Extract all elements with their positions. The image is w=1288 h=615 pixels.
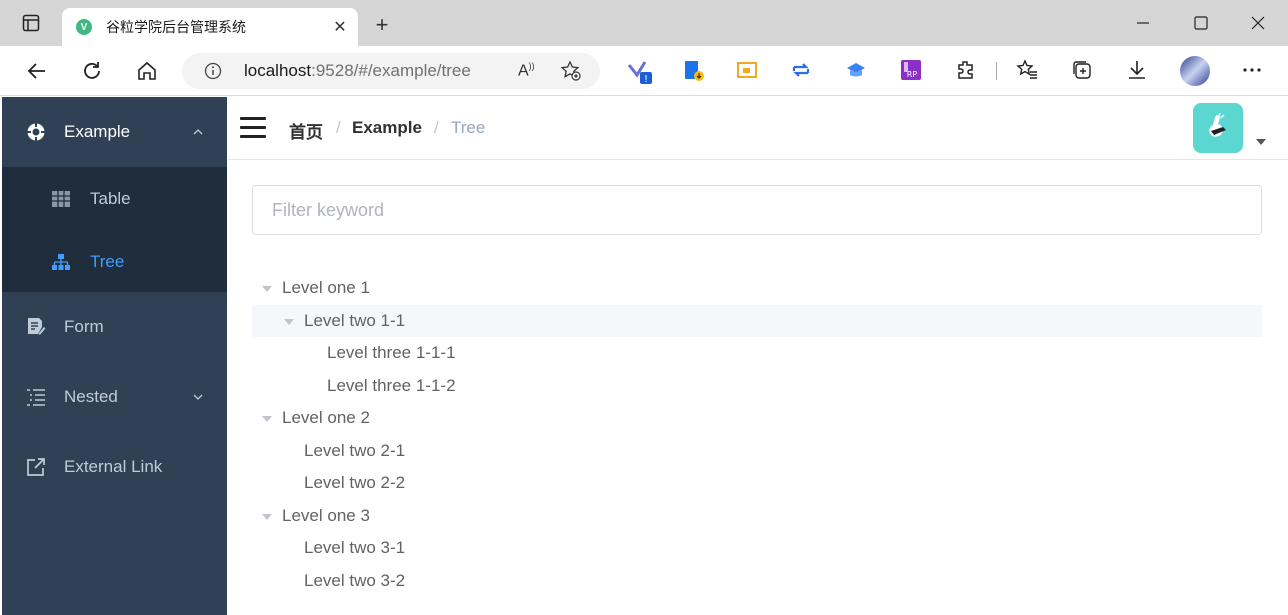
external-link-icon: [26, 457, 46, 477]
tree-node[interactable]: Level two 3-2: [252, 565, 1262, 597]
sidebar-item-label: External Link: [64, 457, 163, 476]
extension-2-icon[interactable]: [682, 59, 706, 83]
breadcrumb-separator: /: [434, 118, 439, 137]
browser-tab-strip: V 谷粒学院后台管理系统 ✕ +: [0, 0, 1288, 46]
expand-caret-icon[interactable]: [262, 416, 272, 422]
sidebar-item-label: Form: [64, 317, 104, 336]
extensions-icon[interactable]: [955, 59, 979, 83]
tree-node[interactable]: Level one 1: [252, 272, 1262, 304]
expand-caret-icon[interactable]: [262, 513, 272, 520]
address-bar[interactable]: localhost:9528/#/example/tree A)): [182, 53, 600, 89]
profile-avatar[interactable]: [1180, 56, 1210, 86]
downloads-icon[interactable]: [1126, 59, 1150, 83]
tree-node-label: Level two 2-2: [304, 473, 406, 492]
sidebar: Example Table Tree Form Nested External …: [2, 97, 227, 615]
read-aloud-icon[interactable]: A)): [518, 61, 535, 80]
breadcrumb-example[interactable]: Example: [352, 118, 422, 138]
browser-tab-active[interactable]: V 谷粒学院后台管理系统 ✕: [62, 8, 358, 46]
extension-6-icon[interactable]: RP: [900, 59, 924, 83]
window-close-icon[interactable]: [1243, 10, 1273, 36]
expand-caret-icon[interactable]: [284, 318, 294, 325]
tree-node-label: Level two 2-1: [304, 440, 406, 460]
tree-node[interactable]: Level two 3-1: [252, 532, 1262, 564]
maximize-icon[interactable]: [1186, 10, 1216, 36]
table-icon: [51, 189, 71, 209]
reload-icon[interactable]: [78, 57, 106, 85]
sidebar-item-label: Nested: [64, 387, 118, 406]
sidebar-item-label: Table: [90, 189, 131, 208]
expand-caret-icon[interactable]: [262, 286, 272, 292]
chevron-up-icon: [193, 129, 203, 135]
add-favorite-icon[interactable]: [560, 60, 582, 87]
extension-4-icon[interactable]: [790, 59, 814, 83]
tree-icon: [51, 252, 71, 272]
tree-node-label: Level three 1-1-1: [327, 343, 456, 362]
back-icon[interactable]: [23, 57, 51, 85]
tree-node-label: Level two 3-1: [304, 538, 406, 557]
tab-actions-icon[interactable]: [18, 10, 44, 36]
more-menu-icon[interactable]: [1241, 59, 1265, 83]
tree-node[interactable]: Level two 2-2: [252, 467, 1262, 499]
minimize-icon[interactable]: [1128, 10, 1158, 36]
sidebar-item-label: Example: [64, 122, 131, 141]
extension-3-icon[interactable]: [736, 59, 760, 83]
tree-node[interactable]: Level two 2-1: [252, 435, 1262, 467]
home-icon[interactable]: [133, 57, 161, 85]
tree-node[interactable]: Level one 3: [252, 500, 1262, 532]
tree-node[interactable]: Level three 1-1-2: [252, 370, 1262, 402]
caret-down-icon[interactable]: [1256, 139, 1266, 145]
nested-icon: [26, 387, 46, 407]
chevron-down-icon: [193, 394, 203, 400]
browser-toolbar: localhost:9528/#/example/tree A)) ! RP: [0, 46, 1288, 96]
tree-node[interactable]: Level two 1-1: [252, 304, 1262, 337]
breadcrumb-home[interactable]: 首页: [289, 118, 323, 143]
filter-input[interactable]: [252, 185, 1262, 235]
sidebar-item-nested[interactable]: Nested: [2, 362, 227, 432]
url-path: :9528/#/example/tree: [311, 61, 471, 80]
url-host: localhost: [244, 61, 312, 80]
extension-1-icon[interactable]: !: [627, 59, 652, 85]
tree-node-label: Level three 1-1-2: [327, 375, 456, 395]
svg-text:!: !: [644, 74, 648, 85]
tree-node-label: Level one 2: [282, 408, 370, 427]
navbar: 首页 / Example / Tree: [228, 97, 1288, 160]
sidebar-item-external-link[interactable]: External Link: [2, 432, 227, 502]
form-icon: [26, 317, 46, 337]
tab-title: 谷粒学院后台管理系统: [106, 19, 246, 35]
tree-node[interactable]: Level three 1-1-1: [252, 337, 1262, 369]
sidebar-item-table[interactable]: Table: [2, 167, 227, 231]
tree-node-label: Level one 1: [282, 278, 370, 297]
tree-node-label: Level one 3: [282, 505, 370, 525]
svg-text:RP: RP: [907, 70, 918, 79]
extension-5-icon[interactable]: [845, 59, 869, 83]
site-info-icon[interactable]: [204, 62, 222, 85]
breadcrumb-current: Tree: [451, 118, 486, 137]
collections-icon[interactable]: [1071, 59, 1095, 83]
tree-node[interactable]: Level one 2: [252, 402, 1262, 434]
hamburger-menu-icon[interactable]: [240, 117, 266, 139]
toolbar-divider: [996, 62, 997, 80]
vue-favicon-icon: V: [76, 19, 92, 35]
new-tab-icon[interactable]: +: [370, 12, 394, 37]
url-text[interactable]: localhost:9528/#/example/tree: [244, 61, 471, 81]
user-avatar[interactable]: [1193, 103, 1243, 153]
favorites-icon[interactable]: [1016, 59, 1040, 83]
tree-node-label: Level two 1-1: [304, 310, 406, 330]
tree-node-label: Level two 3-2: [304, 570, 406, 590]
tab-close-icon[interactable]: ✕: [330, 17, 350, 37]
example-icon: [26, 122, 46, 142]
sidebar-item-form[interactable]: Form: [2, 292, 227, 362]
sidebar-item-label: Tree: [90, 251, 125, 271]
sidebar-item-tree[interactable]: Tree: [2, 231, 227, 292]
sidebar-item-example[interactable]: Example: [2, 97, 227, 167]
breadcrumb-separator: /: [336, 118, 341, 137]
